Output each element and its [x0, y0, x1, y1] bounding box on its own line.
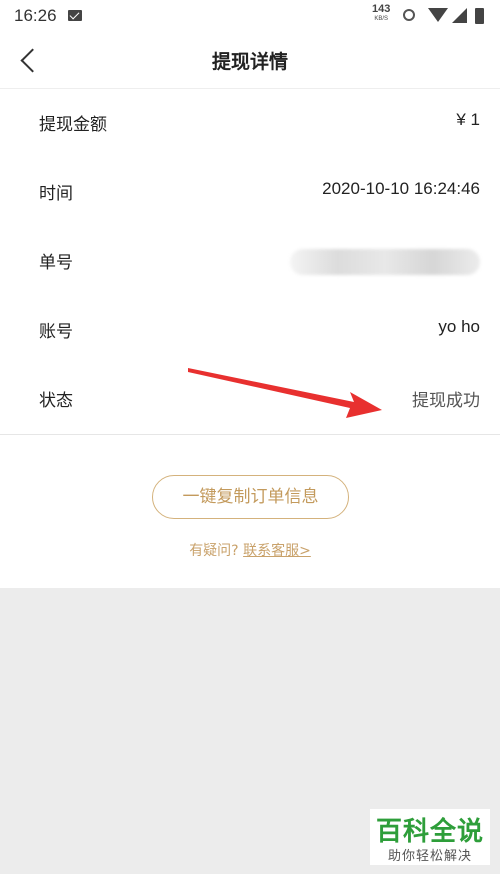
mail-icon — [68, 10, 82, 21]
question-text: 有疑问? — [189, 543, 239, 559]
account-row: 账号 yo ho — [0, 296, 500, 365]
watermark-title: 百科全说 — [375, 817, 484, 847]
nav-bar: 提现详情 — [0, 34, 500, 89]
amount-label: 提现金额 — [39, 115, 107, 135]
status-time: 16:26 — [14, 6, 57, 25]
order-number-redacted — [290, 249, 480, 275]
status-bar: 16:26 143 KB/S — [0, 0, 500, 34]
time-label: 时间 — [39, 184, 73, 204]
network-speed-value: 143 — [372, 3, 391, 15]
amount-row: 提现金额 ¥ 1 — [0, 89, 500, 158]
order-row: 单号 — [0, 227, 500, 296]
status-label: 状态 — [39, 391, 73, 411]
amount-value: ¥ 1 — [456, 110, 480, 129]
battery-icon — [475, 8, 484, 24]
watermark-subtitle: 助你轻松解决 — [387, 849, 472, 864]
status-value: 提现成功 — [412, 391, 480, 411]
page-title: 提现详情 — [211, 51, 288, 73]
wifi-icon — [428, 8, 448, 22]
network-speed-unit: KB/S — [374, 16, 389, 22]
alarm-icon — [403, 9, 415, 21]
watermark-logo: 百科全说 助你轻松解决 — [370, 809, 490, 865]
copy-order-info-button[interactable]: 一键复制订单信息 — [152, 475, 349, 519]
order-label: 单号 — [39, 253, 73, 273]
account-value: yo ho — [438, 317, 480, 336]
contact-support-link[interactable]: 联系客服> — [243, 543, 311, 559]
network-speed: 143 KB/S — [372, 3, 391, 23]
time-value: 2020-10-10 16:24:46 — [322, 179, 480, 198]
account-label: 账号 — [39, 322, 73, 342]
time-row: 时间 2020-10-10 16:24:46 — [0, 158, 500, 227]
signal-icon — [452, 8, 467, 23]
red-arrow-annotation — [188, 368, 382, 418]
help-line: 有疑问? 联系客服> — [0, 540, 500, 560]
